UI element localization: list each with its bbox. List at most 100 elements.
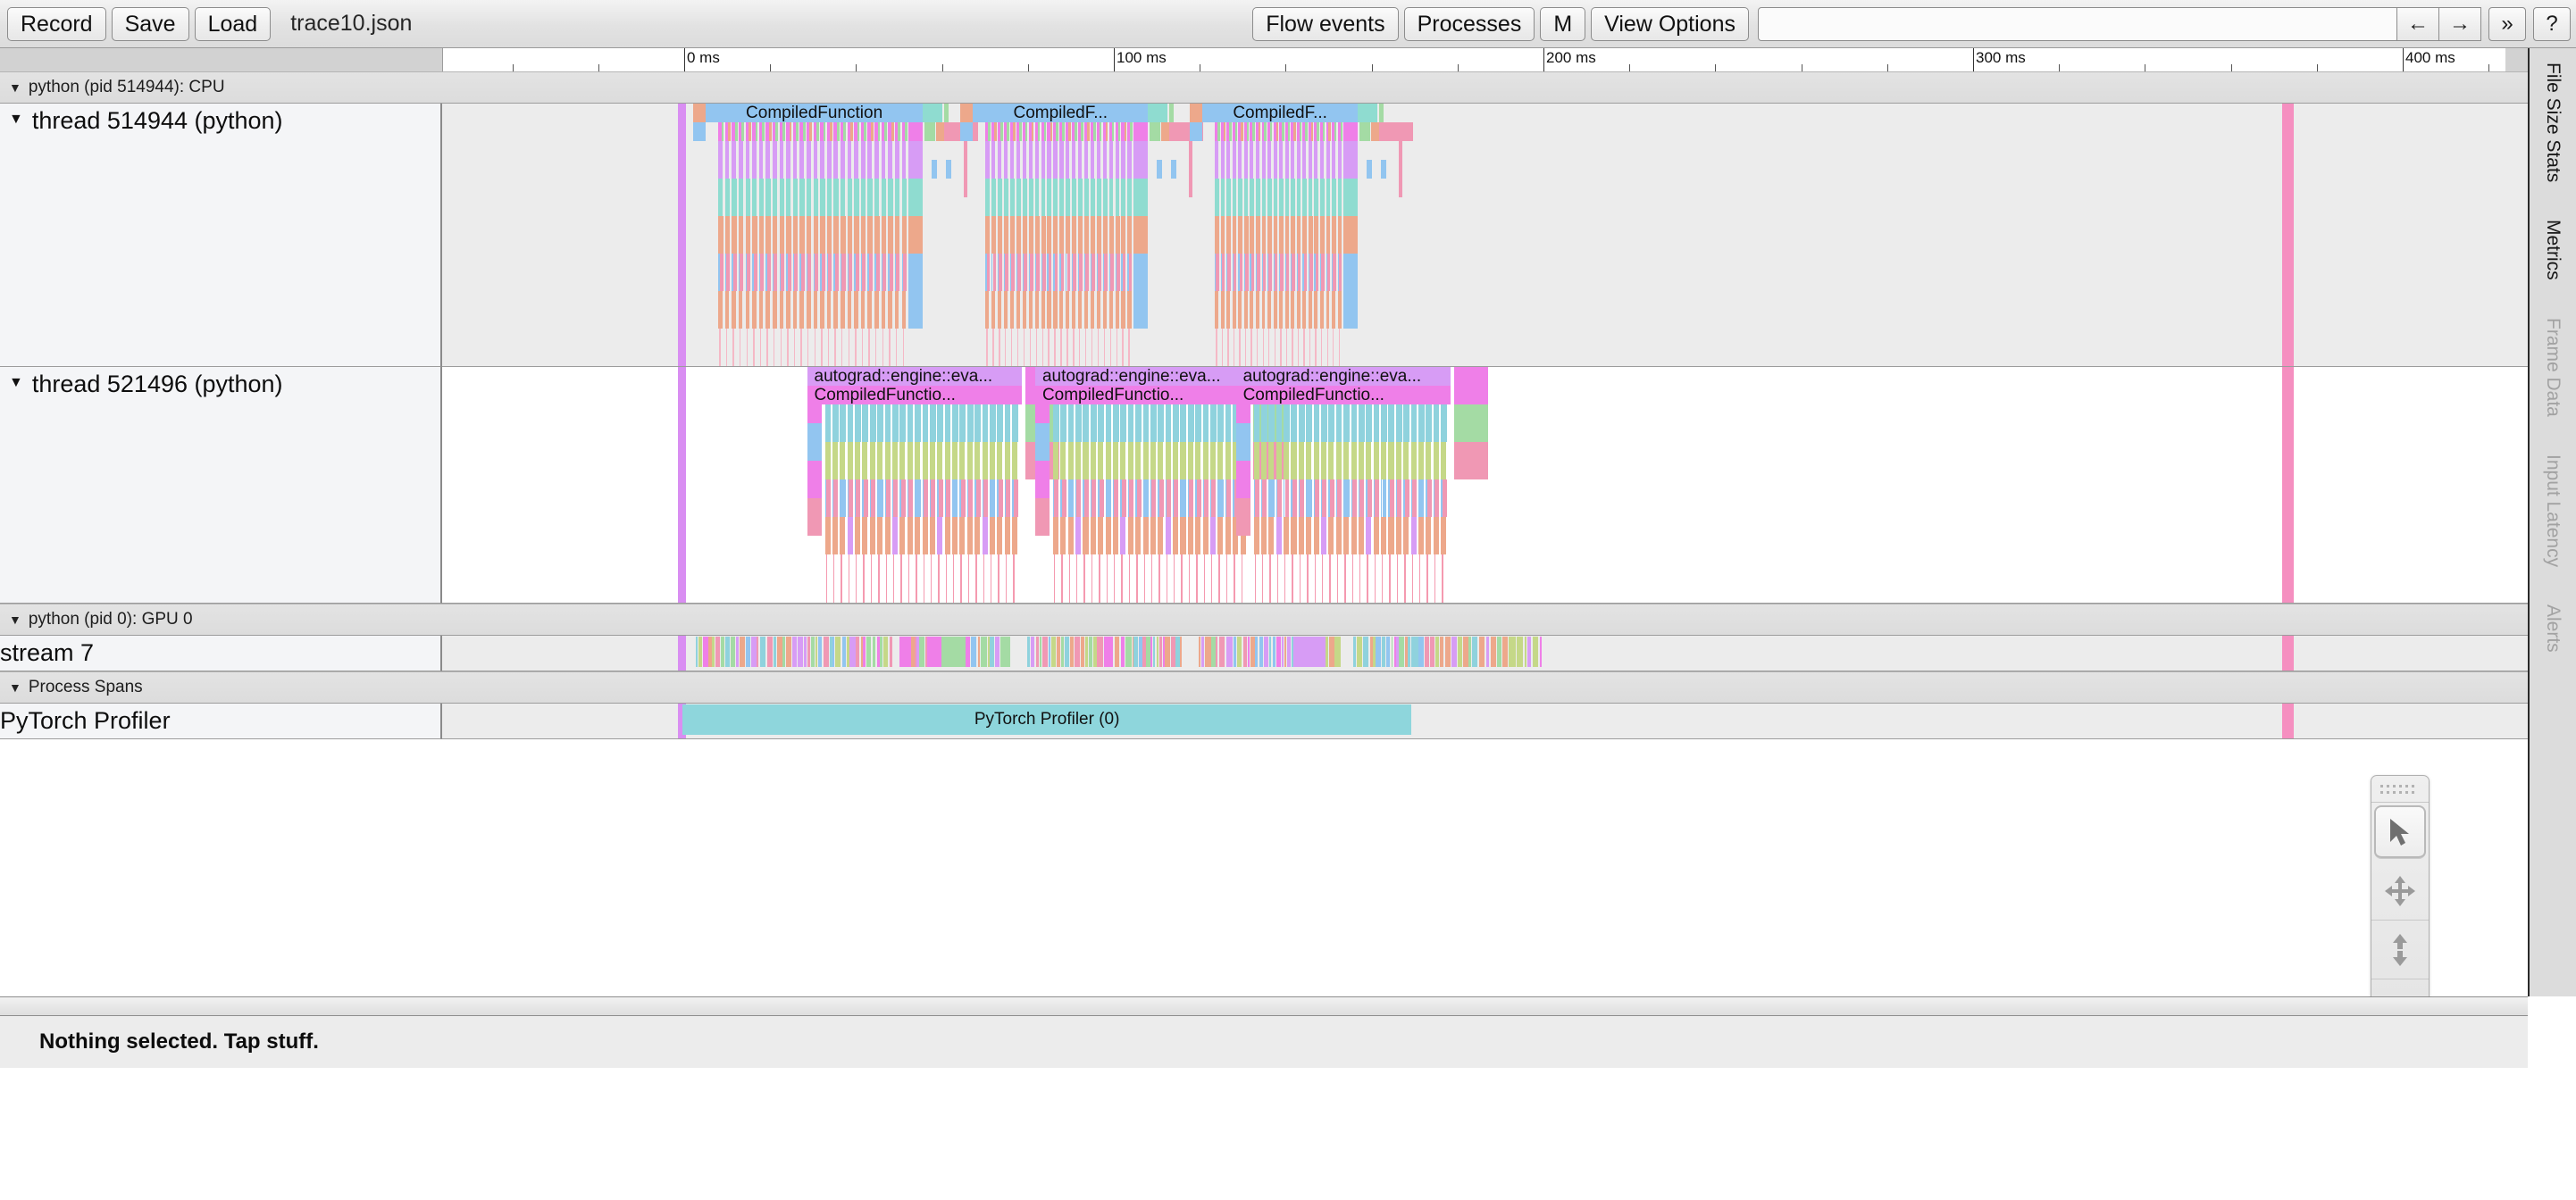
timeline-slice[interactable] [807,423,822,461]
timeline-slice[interactable] [1173,442,1179,479]
timeline-slice[interactable] [1143,479,1149,517]
timeline-slice[interactable] [1376,637,1382,667]
timeline-slice[interactable] [998,216,1003,254]
timeline-slice[interactable] [1322,122,1326,141]
timeline-slice[interactable] [888,291,892,329]
timeline-slice[interactable] [715,637,721,667]
timeline-slice[interactable] [1411,554,1414,603]
timeline-slice[interactable] [991,291,996,329]
timeline-slice[interactable] [752,291,757,329]
timeline-slice[interactable] [1067,404,1075,442]
timeline-slice[interactable] [959,404,966,442]
timeline-slice[interactable] [1009,291,1015,329]
timeline-slice[interactable] [1426,554,1428,603]
timeline-slice[interactable] [2282,636,2295,671]
timeline-slice[interactable] [1262,479,1267,517]
timeline-slice[interactable] [1284,554,1286,603]
timeline-slice[interactable] [1066,216,1071,254]
timeline-slice[interactable] [1102,291,1107,329]
timeline-slice[interactable] [1104,254,1108,291]
timeline-slice[interactable] [1255,141,1259,179]
timeline-slice[interactable] [1299,122,1302,141]
timeline-slice[interactable] [786,291,790,329]
timeline-slice[interactable] [1171,160,1177,179]
timeline-slice[interactable] [1329,479,1334,517]
timeline-slice[interactable] [1189,479,1194,517]
timeline-slice[interactable] [847,291,852,329]
timeline-slice[interactable] [1142,517,1149,554]
timeline-slice[interactable] [1078,179,1083,216]
timeline-slice[interactable] [826,291,832,329]
timeline-slice[interactable] [1273,141,1277,179]
timeline-slice[interactable] [916,479,921,517]
timeline-slice[interactable] [1343,442,1350,479]
timeline-slice[interactable] [1381,442,1387,479]
timeline-slice[interactable] [1090,404,1097,442]
timeline-slice[interactable] [1042,637,1049,667]
timeline-slice[interactable] [1098,517,1104,554]
timeline-slice[interactable] [740,637,746,667]
timeline-slice[interactable] [849,479,854,517]
timeline-slice[interactable] [851,637,856,667]
timeline-slice[interactable] [1239,254,1243,291]
timeline-slice[interactable] [1315,329,1317,366]
timeline-slice[interactable] [820,179,825,216]
timeline-slice[interactable] [1215,291,1219,329]
timeline-slice[interactable] [869,404,876,442]
timeline-slice[interactable] [765,179,771,216]
chevron-down-icon[interactable]: ▼ [9,80,21,95]
timeline-slice[interactable] [1210,517,1217,554]
timeline-slice[interactable] [1210,404,1217,442]
view-options-button[interactable]: View Options [1591,6,1749,41]
timeline-slice[interactable] [967,554,970,603]
timeline-slice[interactable] [1326,329,1328,366]
timeline-slice[interactable] [768,122,772,141]
timeline-slice[interactable] [734,122,738,141]
timeline-slice[interactable] [1048,254,1052,291]
timeline-slice[interactable] [1268,442,1275,479]
timeline-slice[interactable] [786,141,790,179]
timeline-slice[interactable] [861,329,864,366]
timeline-slice[interactable] [863,479,868,517]
timeline-slice[interactable] [1397,479,1402,517]
timeline-slice[interactable] [975,479,981,517]
timeline-slice[interactable] [1426,479,1432,517]
timeline-slice[interactable] [1235,404,1250,423]
timeline-slice[interactable] [1133,291,1149,329]
timeline-slice[interactable] [741,122,745,141]
timeline-slice[interactable] [787,329,789,366]
timeline-slice[interactable] [1060,254,1065,291]
timeline-slice[interactable] [1410,517,1417,554]
timeline-slice[interactable] [1158,442,1164,479]
timeline-slice[interactable] [745,291,750,329]
timeline-slice[interactable] [1434,554,1436,603]
timeline-slice[interactable] [945,554,948,603]
timeline-slice[interactable] [1022,179,1027,216]
timeline-slice[interactable] [856,554,857,603]
timeline-slice[interactable] [746,329,748,366]
timeline-slice[interactable] [1076,554,1078,603]
timeline-slice[interactable] [732,216,737,254]
timeline-slice[interactable] [878,554,880,603]
timeline-slice[interactable] [833,291,838,329]
timeline-slice[interactable] [983,554,984,603]
timeline-slice[interactable] [780,329,782,366]
timeline-slice[interactable] [1072,141,1076,179]
timeline-slice[interactable] [846,637,849,667]
timeline-slice[interactable] [1195,442,1201,479]
timeline-slice[interactable] [881,141,886,179]
timeline-slice[interactable] [1076,479,1082,517]
timeline-slice[interactable] [1335,404,1342,442]
timeline-slice[interactable] [1367,160,1373,179]
timeline-slice[interactable] [1091,479,1097,517]
timeline-slice[interactable] [1226,141,1231,179]
timeline-slice[interactable] [1243,179,1249,216]
timeline-slice[interactable] [1322,479,1327,517]
timeline-slice[interactable] [1226,637,1233,667]
timeline-slice[interactable] [1253,442,1259,479]
timeline-slice[interactable] [1035,329,1038,366]
timeline-slice[interactable] [830,122,833,141]
timeline-slice[interactable] [1328,637,1334,667]
timeline-slice[interactable] [1335,517,1342,554]
timeline-slice[interactable] [821,254,825,291]
